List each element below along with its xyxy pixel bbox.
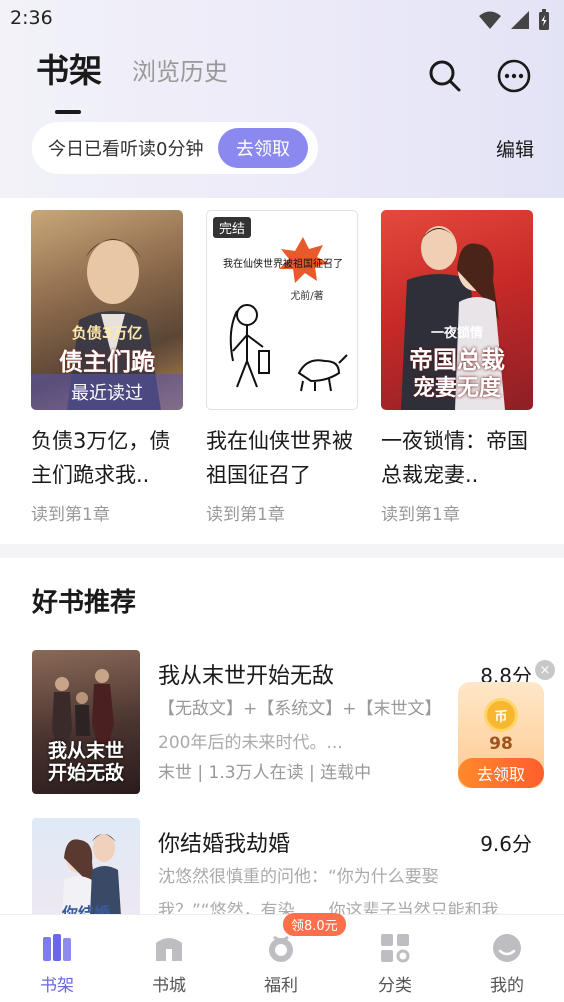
coin-icon: 币 — [484, 698, 518, 732]
book-title: 我从末世开始无敌 — [158, 664, 335, 689]
tab-indicator — [55, 110, 81, 114]
book-description: 沈悠然很慎重的问他：“你为什么要娶 — [158, 867, 439, 887]
shelf-book-card[interactable]: 负债3万亿 债主们跪 最近读过 负债3万亿，债主们跪求我.. 读到第1章 — [31, 210, 183, 525]
welfare-icon — [269, 935, 293, 962]
book-cover: 我从末世 开始无敌 — [32, 650, 140, 794]
nav-label: 福利 — [264, 976, 298, 996]
bookshelf-list: 负债3万亿 债主们跪 最近读过 负债3万亿，债主们跪求我.. 读到第1章 完结 … — [0, 198, 564, 544]
nav-item-bookstore[interactable]: 书城 — [113, 915, 225, 1002]
shelf-book-card[interactable]: 完结 我在仙侠世界被祖国征召了 尤前/著 我在仙侠世界被祖国征召了 读到第1章 — [206, 210, 358, 525]
bookshelf-icon — [43, 934, 71, 961]
cover-title-line: 负债3万亿 — [71, 324, 143, 342]
book-score: 9.6分 — [480, 832, 532, 856]
nav-item-welfare[interactable]: 领8.0元 福利 — [225, 913, 346, 1002]
book-cover: 完结 我在仙侠世界被祖国征召了 尤前/著 — [206, 210, 358, 410]
recommend-section-title: 好书推荐 — [32, 588, 137, 618]
status-icons — [478, 9, 550, 31]
tab-bookshelf[interactable]: 书架 — [36, 44, 102, 92]
nav-item-profile[interactable]: 我的 — [451, 915, 563, 1002]
floating-reward-widget[interactable]: 币 98 去领取 — [458, 682, 544, 788]
shelf-book-card[interactable]: 一夜锁情 帝国总裁 宠妻无度 一夜锁情：帝国总裁宠妻.. 读到第1章 — [381, 210, 533, 525]
signal-icon — [511, 11, 529, 29]
claim-reward-button[interactable]: 去领取 — [218, 128, 308, 168]
recommend-book-item[interactable]: 我从末世 开始无敌 我从末世开始无敌 8.8分 【无敌文】+【系统文】+【末世文… — [32, 650, 532, 794]
book-cover: 一夜锁情 帝国总裁 宠妻无度 — [381, 210, 533, 410]
cover-title-line: 我在仙侠世界被祖国征召了 — [223, 259, 343, 270]
status-bar: 2:36 — [0, 0, 564, 38]
nav-item-bookshelf[interactable]: 书架 — [1, 915, 113, 1002]
nav-item-category[interactable]: 分类 — [339, 915, 451, 1002]
status-time: 2:36 — [10, 7, 53, 29]
section-divider — [0, 544, 564, 558]
cover-author: 尤前/著 — [290, 291, 324, 302]
book-progress: 读到第1章 — [31, 505, 110, 525]
cover-title-line: 开始无敌 — [47, 762, 124, 784]
profile-icon — [493, 934, 521, 962]
cover-starburst-illustration — [229, 237, 348, 392]
book-title: 负债3万亿，债主们跪求我.. — [31, 429, 171, 487]
more-icon — [497, 59, 531, 93]
wifi-icon — [479, 11, 501, 29]
search-icon — [429, 60, 461, 92]
more-button[interactable] — [496, 58, 532, 94]
reward-value: 98 — [489, 734, 513, 754]
book-cover: 负债3万亿 债主们跪 最近读过 — [31, 210, 183, 410]
book-title: 你结婚我劫婚 — [158, 832, 291, 857]
search-button[interactable] — [427, 58, 463, 94]
book-title: 一夜锁情：帝国总裁宠妻.. — [381, 429, 528, 487]
battery-icon — [539, 9, 549, 30]
cover-title-line: 你结婚 — [61, 904, 110, 914]
recommend-book-item[interactable]: 你结婚 你结婚我劫婚 9.6分 沈悠然很慎重的问他：“你为什么要娶 我？”“悠然… — [32, 818, 532, 914]
nav-label: 书架 — [40, 976, 74, 996]
nav-label: 分类 — [378, 976, 412, 996]
reading-time-pill: 今日已看听读0分钟 去领取 — [32, 122, 318, 174]
close-icon[interactable]: × — [535, 660, 555, 680]
nav-label: 我的 — [490, 976, 524, 996]
book-cover: 你结婚 — [32, 818, 140, 914]
bottom-navigation: 书架 书城 领8.0元 福利 分类 我的 — [0, 913, 564, 1002]
tab-browse-history[interactable]: 浏览历史 — [132, 52, 228, 87]
welfare-badge: 领8.0元 — [283, 913, 346, 936]
cover-title-line: 债主们跪 — [59, 348, 155, 376]
reading-time-text: 今日已看听读0分钟 — [48, 139, 204, 160]
cover-title-line: 宠妻无度 — [412, 376, 501, 401]
bookstore-icon — [156, 938, 182, 961]
book-description: 我？”“悠然，有染……你这辈子当然只能和我... — [158, 901, 515, 914]
edit-button[interactable]: 编辑 — [496, 135, 534, 162]
book-progress: 读到第1章 — [206, 505, 285, 525]
book-tags: 【无敌文】+【系统文】+【末世文】 — [158, 699, 442, 719]
cover-title-line: 一夜锁情 — [430, 326, 483, 341]
recently-read-badge: 最近读过 — [31, 374, 183, 410]
nav-label: 书城 — [152, 976, 186, 996]
category-icon — [381, 934, 410, 963]
book-title: 我在仙侠世界被祖国征召了 — [206, 429, 353, 487]
book-meta: 末世 | 1.3万人在读 | 连载中 — [158, 763, 372, 783]
book-progress: 读到第1章 — [381, 505, 460, 525]
reward-claim-button[interactable]: 去领取 — [458, 758, 544, 788]
